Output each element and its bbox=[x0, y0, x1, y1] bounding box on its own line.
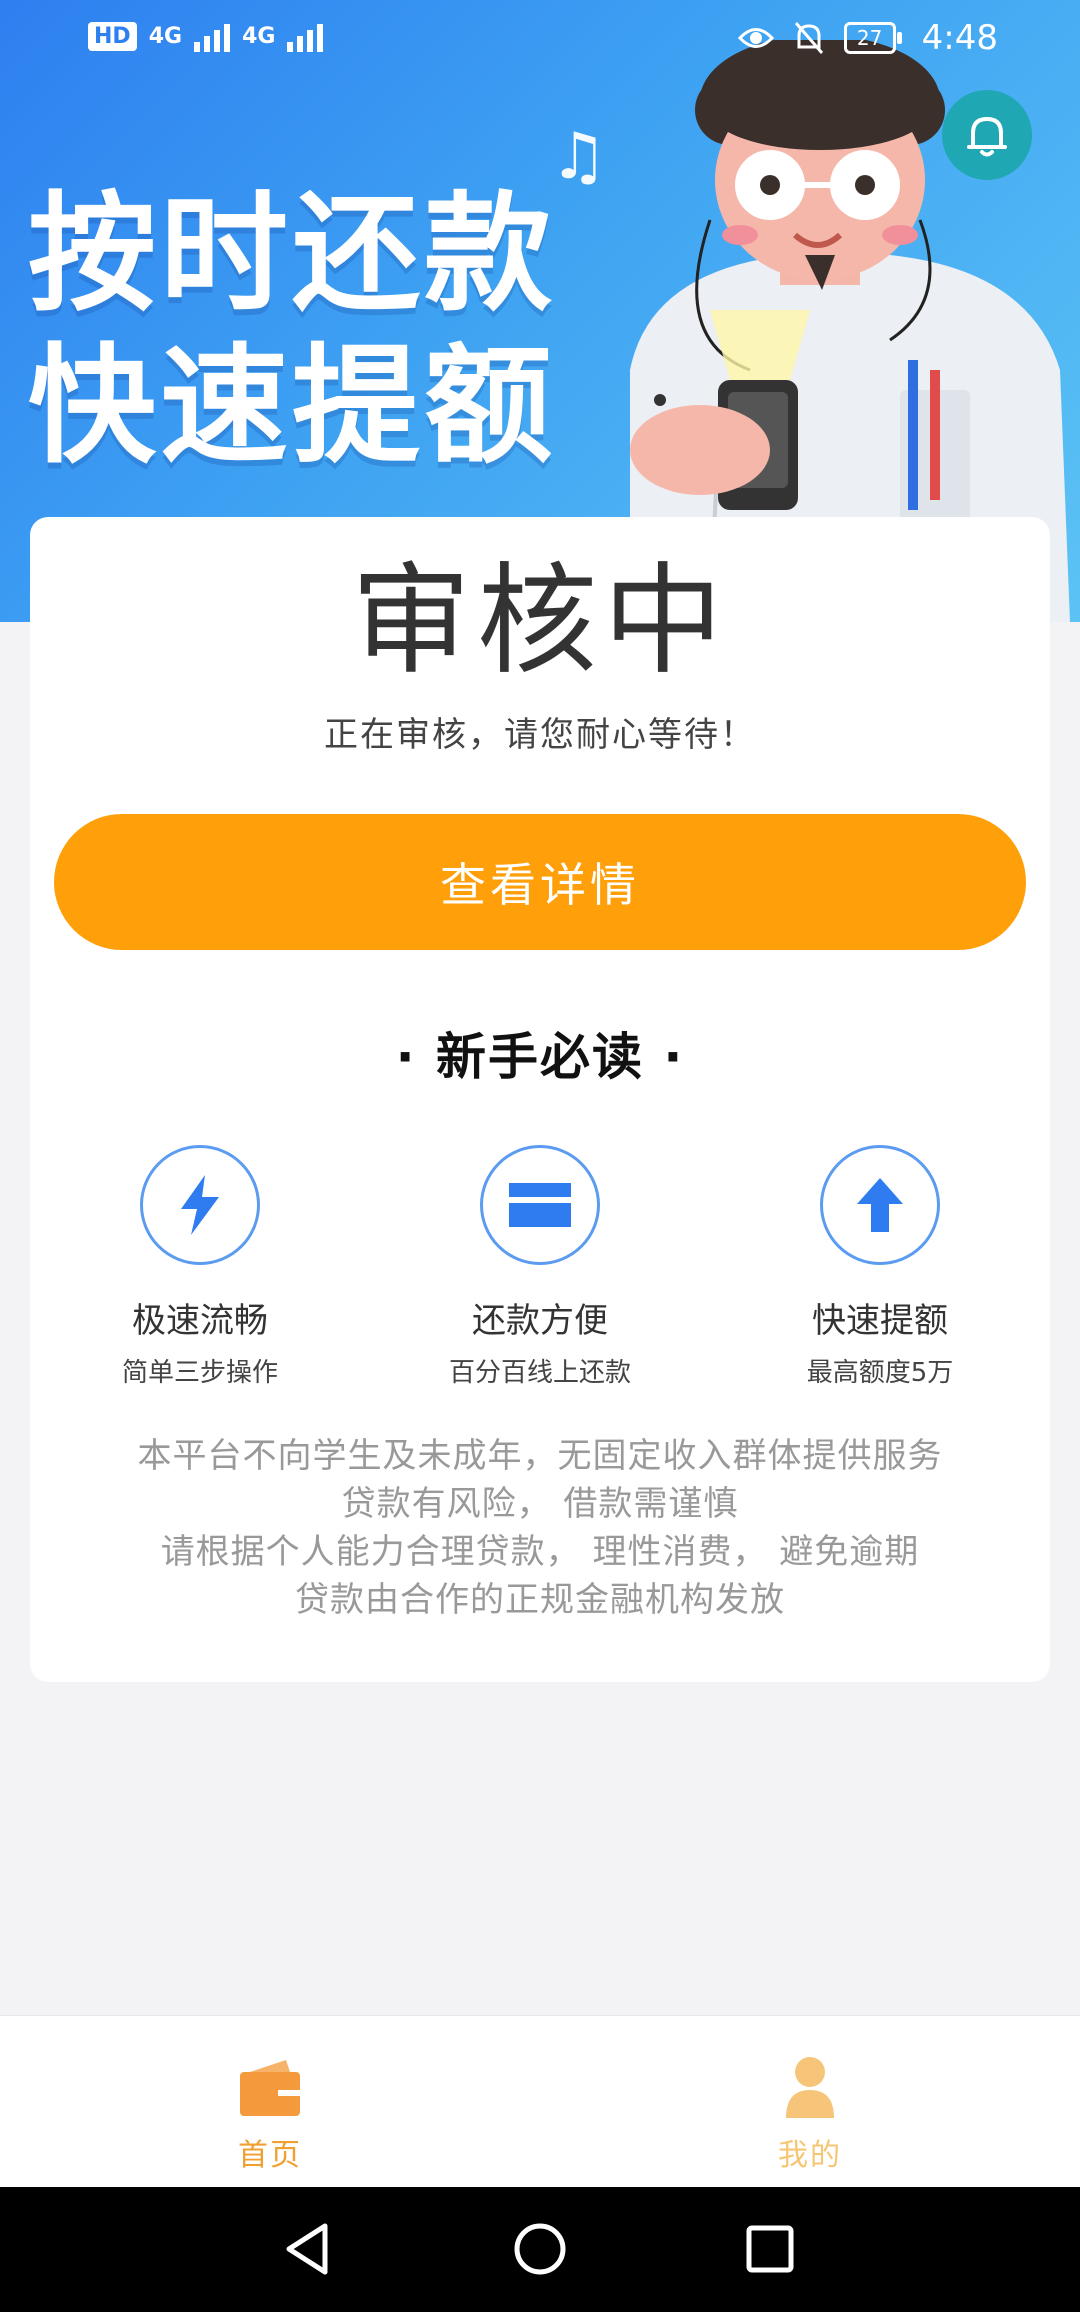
wallet-icon bbox=[240, 2060, 302, 2116]
guide-title: · 新手必读 · bbox=[395, 1028, 685, 1086]
signal-icon bbox=[287, 20, 324, 52]
bell-icon bbox=[967, 117, 1007, 157]
bell-off-icon bbox=[794, 22, 823, 54]
network-type-label: 4G bbox=[242, 23, 276, 49]
banner-title-line2: 快速提额 bbox=[28, 332, 557, 481]
feature-title: 快速提额 bbox=[812, 1301, 948, 1341]
arrow-up-icon bbox=[857, 1178, 903, 1232]
home-button[interactable] bbox=[508, 2217, 572, 2281]
person-icon bbox=[786, 2057, 834, 2118]
disclaimer-line: 请根据个人能力合理贷款， 理性消费， 避免逾期 bbox=[160, 1532, 920, 1572]
signal-icon bbox=[194, 20, 231, 52]
back-button[interactable] bbox=[276, 2217, 340, 2281]
review-card: 审核中 正在审核，请您耐心等待！ 查看详情 · 新手必读 · 极速流畅 简单三步… bbox=[30, 517, 1050, 1682]
lightning-icon bbox=[181, 1175, 219, 1235]
bottom-tab-bar: 首页 我的 bbox=[0, 2015, 1080, 2188]
feature-limit: 快速提额 最高额度5万 bbox=[750, 1145, 1010, 1389]
home-circle-icon bbox=[514, 2223, 566, 2275]
review-status-description: 正在审核，请您耐心等待！ bbox=[324, 715, 756, 755]
tab-label: 我的 bbox=[778, 2138, 842, 2173]
feature-title: 还款方便 bbox=[472, 1301, 608, 1341]
banner-title-line1: 按时还款 bbox=[28, 180, 557, 329]
battery-icon: 27 bbox=[843, 22, 902, 54]
view-details-button[interactable]: 查看详情 bbox=[54, 814, 1026, 950]
tab-label: 首页 bbox=[238, 2138, 302, 2173]
disclaimer-line: 本平台不向学生及未成年，无固定收入群体提供服务 bbox=[137, 1436, 943, 1476]
feature-repay: 还款方便 百分百线上还款 bbox=[410, 1145, 670, 1389]
hd-badge: HD bbox=[88, 21, 137, 51]
square-icon bbox=[746, 2225, 794, 2273]
review-status-title: 审核中 bbox=[351, 552, 729, 691]
disclaimer-line: 贷款由合作的正规金融机构发放 bbox=[295, 1580, 785, 1620]
disclaimer: 本平台不向学生及未成年，无固定收入群体提供服务 贷款有风险， 借款需谨慎 请根据… bbox=[30, 1432, 1050, 1624]
system-navigation-bar bbox=[0, 2187, 1080, 2312]
eye-icon bbox=[737, 28, 774, 48]
card-icon bbox=[509, 1183, 571, 1227]
feature-title: 极速流畅 bbox=[132, 1301, 268, 1341]
back-triangle-icon bbox=[286, 2223, 328, 2275]
status-bar: HD 4G 4G 27 4:48 bbox=[0, 0, 1080, 80]
clock: 4:48 bbox=[921, 18, 998, 58]
tab-home[interactable]: 首页 bbox=[170, 2056, 370, 2174]
disclaimer-line: 贷款有风险， 借款需谨慎 bbox=[341, 1484, 739, 1524]
notification-button[interactable] bbox=[942, 90, 1032, 180]
feature-fast: 极速流畅 简单三步操作 bbox=[70, 1145, 330, 1389]
feature-subtitle: 简单三步操作 bbox=[121, 1358, 278, 1388]
feature-subtitle: 最高额度5万 bbox=[806, 1358, 954, 1388]
network-type-label: 4G bbox=[148, 23, 183, 49]
recent-apps-button[interactable] bbox=[738, 2217, 802, 2281]
feature-subtitle: 百分百线上还款 bbox=[448, 1358, 631, 1388]
tab-mine[interactable]: 我的 bbox=[710, 2056, 910, 2174]
